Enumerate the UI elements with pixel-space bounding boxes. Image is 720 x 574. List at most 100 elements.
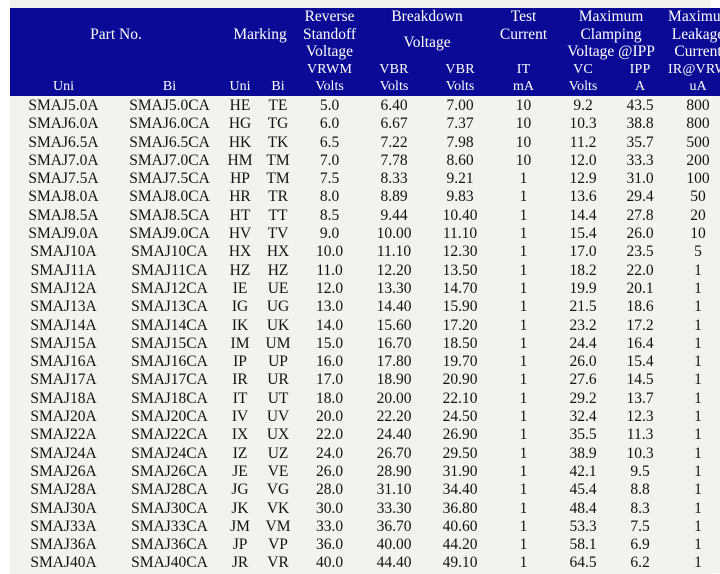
header-max-clamping-line3: Voltage @IPP: [554, 43, 668, 61]
cell-vrwm: 9.0: [298, 225, 361, 243]
cell-part-bi: SMAJ15CA: [117, 335, 222, 353]
cell-vbr-max: 24.50: [427, 408, 493, 426]
cell-marking-bi: UP: [258, 353, 298, 371]
cell-vrwm: 7.5: [298, 170, 361, 188]
cell-part-uni: SMAJ9.0A: [10, 225, 117, 243]
cell-ir: 1: [668, 518, 720, 536]
cell-vbr-max: 7.00: [427, 96, 493, 115]
cell-vbr-min: 8.89: [361, 188, 427, 206]
table-row: SMAJ16ASMAJ16CAIPUP16.017.8019.70126.015…: [10, 353, 720, 371]
table-body: SMAJ5.0ASMAJ5.0CAHETE5.06.407.00109.243.…: [10, 96, 720, 573]
table-row: SMAJ20ASMAJ20CAIVUV20.022.2024.50132.412…: [10, 408, 720, 426]
cell-vbr-min: 13.30: [361, 280, 427, 298]
cell-marking-uni: JK: [222, 500, 258, 518]
header-symbol-vbr-max: VBR: [427, 61, 493, 79]
cell-vrwm: 7.0: [298, 152, 361, 170]
cell-marking-uni: JR: [222, 554, 258, 572]
cell-vrwm: 40.0: [298, 554, 361, 572]
cell-part-uni: SMAJ8.5A: [10, 207, 117, 225]
cell-ipp: 16.4: [612, 335, 668, 353]
header-symbol-ipp: IPP: [612, 61, 668, 79]
cell-part-uni: SMAJ5.0A: [10, 96, 117, 115]
cell-ipp: 33.3: [612, 152, 668, 170]
cell-ir: 500: [668, 134, 720, 152]
cell-part-uni: SMAJ30A: [10, 500, 117, 518]
cell-ir: 1: [668, 408, 720, 426]
cell-ir: 100: [668, 170, 720, 188]
table-row: SMAJ9.0ASMAJ9.0CAHVTV9.010.0011.10115.42…: [10, 225, 720, 243]
table-row: SMAJ30ASMAJ30CAJKVK30.033.3036.80148.48.…: [10, 500, 720, 518]
cell-vrwm: 26.0: [298, 463, 361, 481]
cell-vbr-max: 20.90: [427, 371, 493, 389]
cell-it: 10: [493, 134, 554, 152]
cell-marking-bi: TV: [258, 225, 298, 243]
cell-vrwm: 16.0: [298, 353, 361, 371]
header-max-leakage-line1: Maximum: [668, 8, 720, 26]
cell-part-bi: SMAJ14CA: [117, 317, 222, 335]
cell-part-uni: SMAJ40A: [10, 554, 117, 572]
cell-marking-bi: UE: [258, 280, 298, 298]
cell-part-uni: SMAJ17A: [10, 371, 117, 389]
cell-vbr-min: 22.20: [361, 408, 427, 426]
cell-it: 1: [493, 207, 554, 225]
cell-vbr-max: 31.90: [427, 463, 493, 481]
cell-part-bi: SMAJ8.0CA: [117, 188, 222, 206]
cell-vbr-min: 16.70: [361, 335, 427, 353]
cell-vbr-max: 19.70: [427, 353, 493, 371]
cell-marking-bi: TK: [258, 134, 298, 152]
cell-vbr-max: 40.60: [427, 518, 493, 536]
cell-marking-bi: UT: [258, 390, 298, 408]
cell-part-uni: SMAJ14A: [10, 317, 117, 335]
cell-it: 10: [493, 152, 554, 170]
header-max-clamping-line1: Maximum: [554, 8, 668, 26]
cell-vrwm: 20.0: [298, 408, 361, 426]
table-row: SMAJ40ASMAJ40CAJRVR40.044.4049.10164.56.…: [10, 554, 720, 572]
cell-ipp: 11.3: [612, 426, 668, 444]
cell-marking-uni: HK: [222, 134, 258, 152]
cell-vc: 32.4: [554, 408, 612, 426]
cell-part-bi: SMAJ17CA: [117, 371, 222, 389]
cell-ipp: 17.2: [612, 317, 668, 335]
cell-it: 1: [493, 262, 554, 280]
cell-vc: 15.4: [554, 225, 612, 243]
cell-vc: 35.5: [554, 426, 612, 444]
cell-vc: 27.6: [554, 371, 612, 389]
cell-vbr-max: 12.30: [427, 243, 493, 261]
cell-part-uni: SMAJ6.5A: [10, 134, 117, 152]
cell-vbr-min: 9.44: [361, 207, 427, 225]
cell-marking-uni: HM: [222, 152, 258, 170]
cell-marking-uni: HR: [222, 188, 258, 206]
cell-ir: 1: [668, 298, 720, 316]
cell-ir: 1: [668, 481, 720, 499]
cell-marking-bi: VM: [258, 518, 298, 536]
cell-ir: 1: [668, 500, 720, 518]
header-row-units: Uni Bi Uni Bi Volts Volts Volts mA Volts…: [10, 78, 720, 96]
header-symbol-it: IT: [493, 61, 554, 79]
cell-ir: 1: [668, 353, 720, 371]
cell-vbr-min: 11.10: [361, 243, 427, 261]
cell-vbr-min: 33.30: [361, 500, 427, 518]
cell-it: 1: [493, 371, 554, 389]
cell-it: 1: [493, 500, 554, 518]
cell-vbr-min: 26.70: [361, 445, 427, 463]
table-row: SMAJ10ASMAJ10CAHXHX10.011.1012.30117.023…: [10, 243, 720, 261]
cell-marking-uni: HT: [222, 207, 258, 225]
cell-marking-bi: TM: [258, 170, 298, 188]
cell-vbr-min: 7.22: [361, 134, 427, 152]
cell-vbr-min: 10.00: [361, 225, 427, 243]
cell-ipp: 6.2: [612, 554, 668, 572]
cell-ir: 1: [668, 262, 720, 280]
cell-ipp: 8.8: [612, 481, 668, 499]
header-row-symbols: VRWM VBR VBR IT VC IPP IR@VRWM: [10, 61, 720, 79]
cell-marking-bi: UM: [258, 335, 298, 353]
cell-marking-bi: TT: [258, 207, 298, 225]
cell-it: 10: [493, 96, 554, 115]
cell-part-uni: SMAJ22A: [10, 426, 117, 444]
cell-part-bi: SMAJ9.0CA: [117, 225, 222, 243]
cell-part-uni: SMAJ16A: [10, 353, 117, 371]
cell-vbr-min: 18.90: [361, 371, 427, 389]
table-row: SMAJ36ASMAJ36CAJPVP36.040.0044.20158.16.…: [10, 536, 720, 554]
cell-vbr-max: 15.90: [427, 298, 493, 316]
cell-vc: 12.0: [554, 152, 612, 170]
table-row: SMAJ7.0ASMAJ7.0CAHMTM7.07.788.601012.033…: [10, 152, 720, 170]
